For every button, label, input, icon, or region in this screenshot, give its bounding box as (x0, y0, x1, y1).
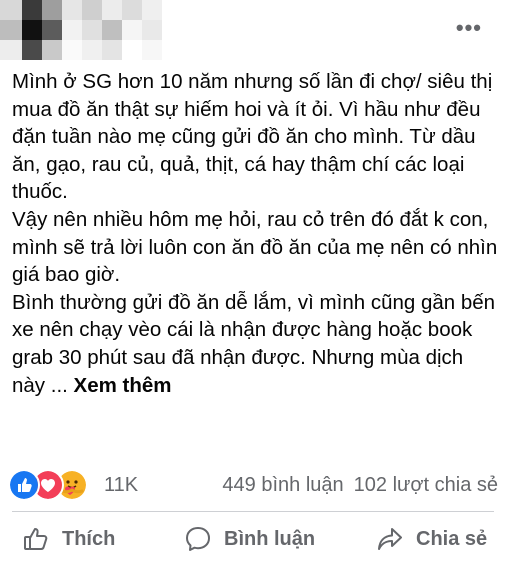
post-paragraph: Vậy nên nhiều hôm mẹ hỏi, rau cỏ trên đó… (12, 207, 498, 287)
action-bar: Thích Bình luận Chia sẻ (0, 518, 506, 560)
like-icon (24, 528, 48, 550)
comment-label: Bình luận (224, 527, 316, 550)
censored-author (0, 0, 162, 60)
share-label: Chia sẻ (416, 527, 488, 550)
post-paragraph-last: Bình thường gửi đồ ăn dễ lắm, vì mình cũ… (12, 289, 498, 399)
divider (12, 511, 494, 512)
reaction-icons[interactable] (8, 469, 94, 501)
reaction-count[interactable]: 11K (104, 474, 138, 497)
like-reaction-icon (8, 469, 40, 501)
reactions-bar: 11K 449 bình luận 102 lượt chia sẻ (8, 468, 498, 502)
post-text: Mình ở SG hơn 10 năm nhưng số lần đi chợ… (12, 68, 498, 399)
share-icon (378, 528, 402, 550)
like-label: Thích (62, 527, 116, 550)
engagement-stats: 449 bình luận 102 lượt chia sẻ (222, 474, 498, 497)
see-more-link[interactable]: Xem thêm (74, 374, 172, 397)
post-paragraph: Mình ở SG hơn 10 năm nhưng số lần đi chợ… (12, 70, 493, 204)
post-header: ••• (0, 0, 506, 62)
comment-button[interactable]: Bình luận (184, 518, 315, 560)
comment-icon (186, 527, 210, 551)
comment-count[interactable]: 449 bình luận (222, 474, 343, 496)
like-button[interactable]: Thích (22, 518, 115, 560)
share-count[interactable]: 102 lượt chia sẻ (354, 474, 498, 496)
share-button[interactable]: Chia sẻ (376, 518, 487, 560)
more-icon[interactable]: ••• (456, 17, 482, 39)
